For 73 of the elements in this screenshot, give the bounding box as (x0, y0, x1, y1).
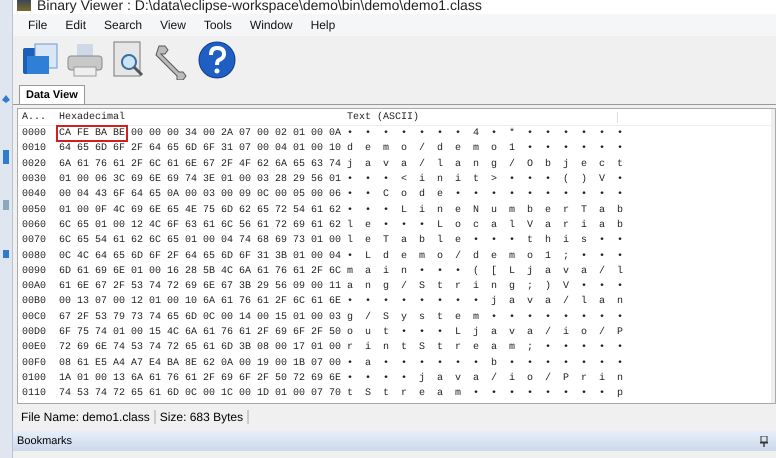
hex-cell: 67 2F 53 79 73 74 65 6D 0C 00 14 00 15 01 00 03 (59, 312, 342, 323)
hex-cell: 00 13 07 00 12 01 00 10 6A 61 76 61 2F 6C 61 6E (59, 296, 342, 308)
pin-icon[interactable] (760, 436, 768, 446)
hex-cell: 0C 4C 64 65 6D 6F 2F 64 65 6D 6F 31 3B 01 00 04 (59, 250, 342, 262)
ascii-cell: a n g / S t r i n g ; ) V • • • (347, 281, 624, 292)
address-cell-text: 0100 (21, 372, 48, 384)
ascii-cell: • • • • • • • • j a v a / l a n (347, 296, 624, 308)
hex-cell: 00 04 43 6F 64 65 0A 00 03 00 09 0C 00 05 00 06 (59, 189, 342, 200)
hex-cell: 01 00 06 3C 69 6E 69 74 3E 01 00 03 28 29 56 01 (59, 174, 342, 186)
address-cell-text: 00C0 (21, 312, 48, 323)
hex-cell: 08 61 E5 A4 A7 E4 BA 8E 62 0A 00 19 00 1B 07 00 (59, 358, 342, 369)
address-cell-text: 00F0 (21, 358, 48, 369)
column-header[interactable]: Hexadecimal (59, 112, 347, 122)
address-cell-text: 0080 (21, 250, 48, 262)
status-text: File Name: demo1.class (17, 410, 156, 424)
hex-cell: 6A 61 76 61 2F 6C 61 6E 67 2F 4F 62 6A 65 63 74 (59, 158, 342, 170)
address-cell-text: 0010 (21, 143, 48, 154)
ascii-cell: • a • • • • • • b • • • • • • • (347, 358, 624, 369)
address-cell-text: 0020 (21, 158, 48, 170)
hex-cell: 6C 65 54 61 62 6C 65 01 00 04 74 68 69 73 01 00 (59, 235, 342, 246)
hex-cell: 6D 61 69 6E 01 00 16 28 5B 4C 6A 61 76 61 2F 6C (59, 266, 342, 277)
address-cell-text: 00D0 (21, 327, 48, 338)
ascii-cell: • • • L i n e N u m b e r T a b (347, 204, 624, 216)
hex-cell: 00 00 00 34 00 2A 07 00 02 01 00 0A (131, 128, 342, 140)
hex-cell: 01 00 0F 4C 69 6E 65 4E 75 6D 62 65 72 54 61 62 (59, 204, 342, 216)
tab[interactable]: Data View (19, 85, 85, 104)
ascii-cell: • L d e m o / d e m o 1 ; • • • (347, 250, 624, 262)
menu-item[interactable]: File (19, 18, 56, 32)
address-cell-text: 0070 (21, 235, 48, 246)
address-cell-text: 00A0 (21, 281, 48, 292)
ascii-cell: • • • • • • • 4 • * • • • • • • (347, 128, 624, 140)
menu-item[interactable]: Help (302, 18, 344, 32)
column-header[interactable]: A... (18, 112, 59, 122)
ascii-cell: l e T a b l e • • • t h i s • • (347, 235, 624, 246)
hex-cell: 1A 01 00 13 6A 61 76 61 2F 69 6F 2F 50 72 69 6E (59, 372, 342, 384)
address-cell-text: 0000 (21, 128, 48, 140)
address-cell-text: 00B0 (21, 296, 48, 308)
ascii-cell: o u t • • • L j a v a / i o / P (347, 327, 624, 338)
ascii-cell: d e m o / d e m o 1 • • • • • • (347, 143, 624, 154)
app-icon (17, 0, 31, 11)
ascii-cell: l e • • • L o c a l V a r i a b (347, 220, 624, 231)
address-cell-text: 0050 (21, 204, 48, 216)
address-cell-text: 0060 (21, 220, 48, 231)
ascii-cell: m a i n • • • ( [ L j a v a / l (347, 266, 624, 277)
ascii-cell: g / S y s t e m • • • • • • • • (347, 312, 624, 323)
ascii-cell: • • C o d e • • • • • • • • • • (347, 189, 624, 200)
hex-cell: 64 65 6D 6F 2F 64 65 6D 6F 31 07 00 04 01 00 10 (59, 143, 342, 154)
address-cell-text: 0040 (21, 189, 48, 200)
hex-cell: 74 53 74 72 65 61 6D 0C 00 1C 00 1D 01 00 07 70 (59, 388, 342, 400)
hex-cell: 6C 65 01 00 12 4C 6F 63 61 6C 56 61 72 69 61 62 (59, 220, 342, 231)
ascii-cell: • • • • j a v a / i o / P r i n (347, 372, 624, 384)
address-cell-text: 0090 (21, 266, 48, 277)
highlighted-bytes: CA FE BA BE (59, 128, 126, 140)
window-title: Binary Viewer : D:\data\eclipse-workspace\demo\bin\demo\demo1.class (37, 0, 482, 13)
panel-title: Bookmarks (17, 435, 72, 447)
menu-item[interactable]: View (151, 18, 195, 32)
ascii-cell: • • • < i n i t > • • • ( ) V • (347, 174, 624, 186)
ascii-cell: t S t r e a m • • • • • • • • p (347, 388, 624, 400)
status-text: Size: 683 Bytes (156, 410, 250, 424)
ascii-cell: r i n t S t r e a m ; • • • • • (347, 342, 624, 354)
hex-cell: 6F 75 74 01 00 15 4C 6A 61 76 61 2F 69 6F 2F 50 (59, 327, 342, 338)
menu-item[interactable]: Edit (56, 18, 96, 32)
address-cell-text: 00E0 (21, 342, 48, 354)
column-header[interactable]: Text (ASCII) (347, 112, 618, 122)
menu-item[interactable]: Window (240, 18, 302, 32)
address-cell-text: 0110 (21, 388, 48, 400)
address-cell-text: 0030 (21, 174, 48, 186)
menu-item[interactable]: Search (95, 18, 152, 32)
hex-cell: 61 6E 67 2F 53 74 72 69 6E 67 3B 29 56 09 00 11 (59, 281, 342, 292)
help-icon[interactable] (197, 40, 237, 80)
hex-cell: 72 69 6E 74 53 74 72 65 61 6D 3B 08 00 17 01 00 (59, 342, 342, 354)
ascii-cell: j a v a / l a n g / O b j e c t (347, 158, 624, 170)
menu-item[interactable]: Tools (194, 18, 241, 32)
